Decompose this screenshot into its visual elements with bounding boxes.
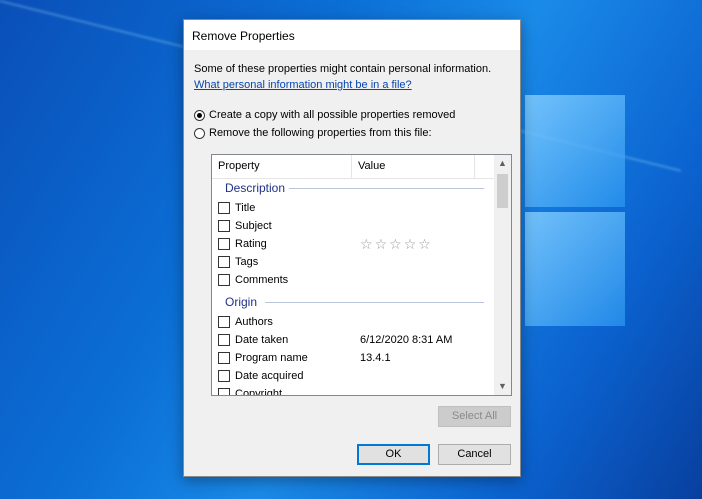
property-row-subject[interactable]: Subject	[218, 218, 272, 234]
checkbox[interactable]	[218, 256, 230, 268]
checkbox[interactable]	[218, 220, 230, 232]
star-outline-icon[interactable]: ☆	[404, 236, 419, 252]
checkbox[interactable]	[218, 352, 230, 364]
copy-option[interactable]: Create a copy with all possible properti…	[194, 109, 455, 121]
property-label: Comments	[235, 274, 289, 286]
group-divider	[289, 188, 484, 189]
column-separator[interactable]	[474, 155, 475, 178]
properties-list[interactable]: Property Value Description Title Subject…	[211, 154, 512, 396]
property-row-tags[interactable]: Tags	[218, 254, 258, 270]
property-label: Program name	[235, 352, 308, 364]
star-outline-icon[interactable]: ☆	[360, 236, 375, 252]
property-row-authors[interactable]: Authors	[218, 314, 273, 330]
intro-text: Some of these properties might contain p…	[194, 63, 492, 75]
checkbox[interactable]	[218, 388, 230, 395]
star-outline-icon[interactable]: ☆	[389, 236, 404, 252]
property-label: Date acquired	[235, 370, 304, 382]
scrollbar-thumb[interactable]	[497, 174, 508, 208]
property-row-copyright[interactable]: Copyright	[218, 386, 283, 396]
property-label: Rating	[235, 238, 267, 250]
dialog-titlebar[interactable]: Remove Properties	[184, 20, 520, 50]
property-row-program-name[interactable]: Program name	[218, 350, 308, 366]
chevron-down-icon[interactable]: ▼	[494, 378, 511, 395]
windows-logo-pane	[525, 95, 625, 207]
checkbox[interactable]	[218, 274, 230, 286]
group-header-origin: Origin	[225, 295, 258, 309]
star-outline-icon[interactable]: ☆	[375, 236, 390, 252]
chevron-up-icon[interactable]: ▲	[494, 155, 511, 172]
property-value: 6/12/2020 8:31 AM	[360, 334, 453, 346]
windows-logo-pane	[525, 212, 625, 326]
personal-info-link[interactable]: What personal information might be in a …	[194, 79, 412, 91]
dialog-title: Remove Properties	[192, 29, 295, 43]
property-row-comments[interactable]: Comments	[218, 272, 288, 288]
select-all-button[interactable]: Select All	[438, 406, 511, 427]
checkbox[interactable]	[218, 316, 230, 328]
checkbox[interactable]	[218, 202, 230, 214]
group-header-description: Description	[225, 181, 286, 195]
vertical-scrollbar[interactable]: ▲ ▼	[494, 155, 511, 395]
property-row-date-acquired[interactable]: Date acquired	[218, 368, 304, 384]
property-label: Authors	[235, 316, 273, 328]
property-label: Title	[235, 202, 256, 214]
list-header: Property Value	[212, 155, 494, 179]
remove-option[interactable]: Remove the following properties from thi…	[194, 127, 432, 139]
remove-option-label: Remove the following properties from thi…	[209, 127, 432, 139]
remove-radio[interactable]	[194, 127, 205, 139]
property-label: Tags	[235, 256, 259, 268]
checkbox[interactable]	[218, 238, 230, 250]
ok-button[interactable]: OK	[357, 444, 430, 465]
copy-option-label: Create a copy with all possible properti…	[209, 109, 456, 121]
cancel-button[interactable]: Cancel	[438, 444, 511, 465]
property-label: Subject	[235, 220, 272, 232]
column-header-property[interactable]: Property	[212, 155, 260, 178]
property-value: 13.4.1	[360, 352, 391, 364]
property-row-date-taken[interactable]: Date taken	[218, 332, 288, 348]
property-row-rating[interactable]: Rating	[218, 236, 267, 252]
copy-radio[interactable]	[194, 109, 205, 121]
property-row-title[interactable]: Title	[218, 200, 255, 216]
checkbox[interactable]	[218, 334, 230, 346]
checkbox[interactable]	[218, 370, 230, 382]
remove-properties-dialog: Remove Properties Some of these properti…	[183, 19, 521, 477]
property-label: Copyright	[235, 388, 283, 396]
property-label: Date taken	[235, 334, 289, 346]
rating-stars[interactable]: ☆☆☆☆☆	[360, 236, 433, 252]
group-divider	[265, 302, 484, 303]
column-header-value[interactable]: Value	[352, 155, 385, 178]
star-outline-icon[interactable]: ☆	[418, 236, 433, 252]
